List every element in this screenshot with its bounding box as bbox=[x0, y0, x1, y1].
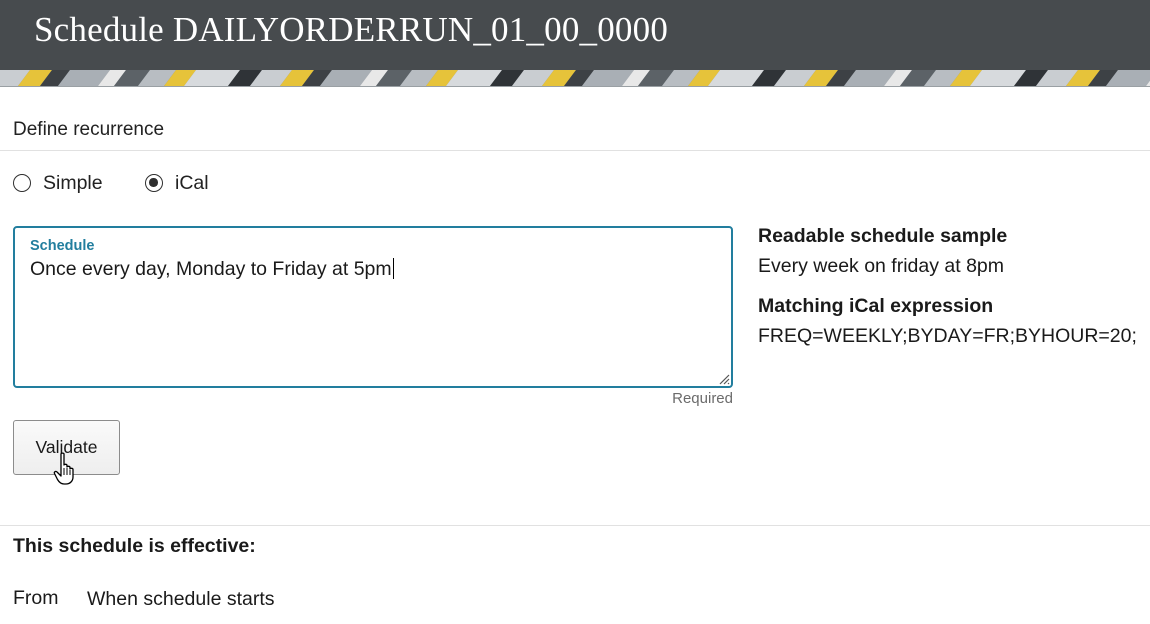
schedule-text: Once every day, Monday to Friday at 5pm bbox=[30, 258, 392, 280]
define-recurrence-heading: Define recurrence bbox=[13, 119, 165, 140]
required-hint: Required bbox=[672, 390, 733, 407]
effective-heading: This schedule is effective: bbox=[13, 535, 256, 557]
radio-ical[interactable]: iCal bbox=[145, 170, 209, 196]
page-header: Schedule DAILYORDERRUN_01_00_0000 bbox=[0, 0, 1150, 70]
radio-ical-label: iCal bbox=[175, 171, 209, 194]
readable-sample-heading: Readable schedule sample bbox=[758, 225, 1008, 247]
schedule-textarea[interactable]: Schedule Once every day, Monday to Frida… bbox=[13, 226, 733, 388]
schedule-field-label: Schedule bbox=[30, 238, 95, 254]
page-title: Schedule DAILYORDERRUN_01_00_0000 bbox=[34, 10, 669, 49]
from-value: When schedule starts bbox=[87, 588, 275, 610]
ical-expression-heading: Matching iCal expression bbox=[758, 295, 994, 317]
ical-expression-value: FREQ=WEEKLY;BYDAY=FR;BYHOUR=20; bbox=[758, 325, 1137, 347]
radio-simple[interactable]: Simple bbox=[13, 170, 103, 196]
banner-divider bbox=[0, 86, 1150, 87]
text-caret bbox=[392, 258, 394, 279]
readable-sample-value: Every week on friday at 8pm bbox=[758, 255, 1005, 277]
radio-simple-label: Simple bbox=[43, 171, 103, 194]
banner-pattern bbox=[0, 70, 1150, 86]
section-divider bbox=[0, 150, 1150, 151]
radio-checked-icon[interactable] bbox=[145, 174, 163, 192]
radio-unchecked-icon[interactable] bbox=[13, 174, 31, 192]
schedule-field-value[interactable]: Once every day, Monday to Friday at 5pm bbox=[30, 258, 394, 281]
effective-divider bbox=[0, 525, 1150, 526]
decorative-banner bbox=[0, 70, 1150, 86]
resize-grip-icon[interactable] bbox=[718, 373, 730, 385]
validate-button[interactable]: Validate bbox=[13, 420, 120, 475]
from-label: From bbox=[13, 587, 59, 609]
